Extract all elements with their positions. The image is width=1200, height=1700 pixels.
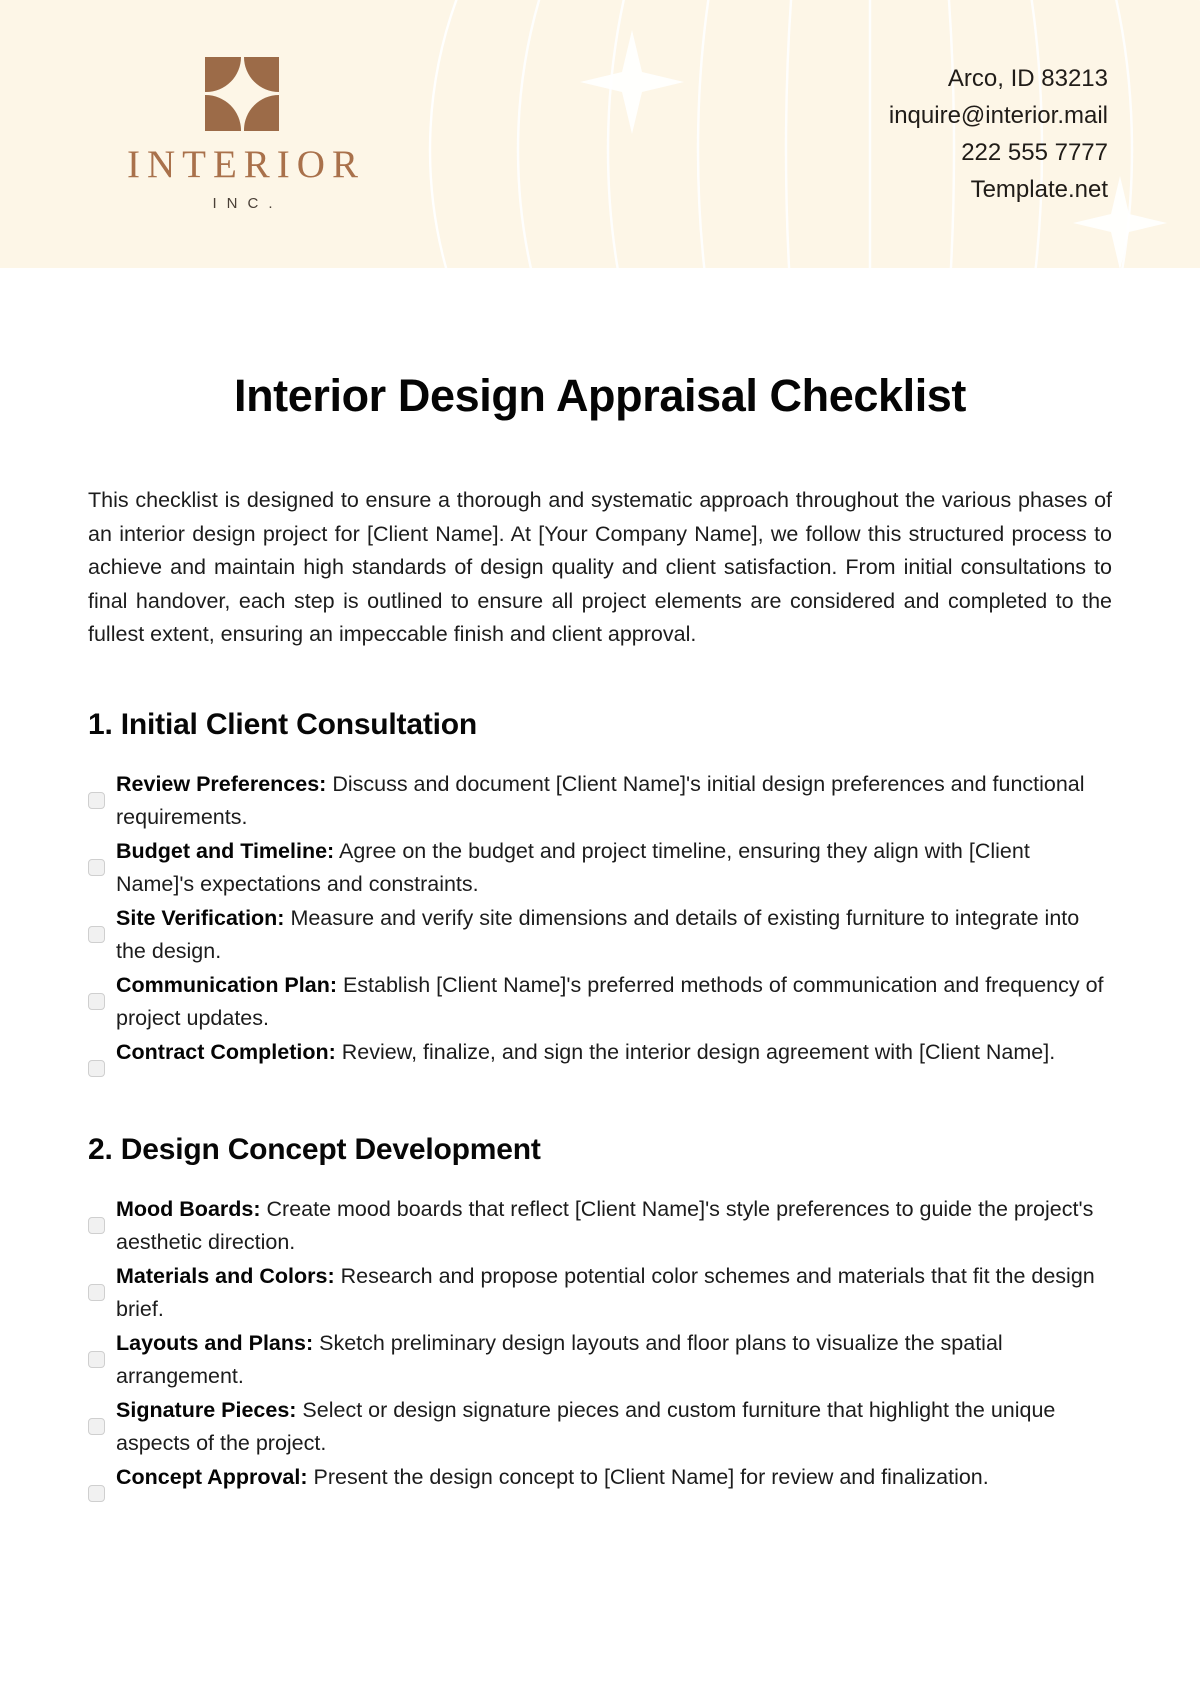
- logo-cell-bottom-right: [243, 95, 280, 131]
- checklist-section: 1. Initial Client Consultation Review Pre…: [88, 708, 1112, 1077]
- checklist-item[interactable]: Materials and Colors: Research and propo…: [88, 1260, 1112, 1327]
- checklist-item-label: Materials and Colors:: [116, 1263, 335, 1288]
- checklist-item-text: Review Preferences: Discuss and document…: [116, 768, 1112, 835]
- contact-phone: 222 555 7777: [961, 139, 1108, 166]
- checklist-item-description: Create mood boards that reflect [Client …: [116, 1196, 1094, 1255]
- checkbox-icon[interactable]: [88, 1216, 105, 1234]
- checklist-item-text: Site Verification: Measure and verify si…: [116, 902, 1112, 969]
- checklist-item-text: Contract Completion: Review, finalize, a…: [116, 1036, 1112, 1070]
- checklist-item-label: Communication Plan:: [116, 972, 337, 997]
- checklist-item[interactable]: Site Verification: Measure and verify si…: [88, 902, 1112, 969]
- checklist-item[interactable]: Signature Pieces: Select or design signa…: [88, 1394, 1112, 1461]
- sections-container: 1. Initial Client Consultation Review Pre…: [88, 708, 1112, 1502]
- section-title: 1. Initial Client Consultation: [88, 707, 478, 741]
- checklist-item[interactable]: Review Preferences: Discuss and document…: [88, 768, 1112, 835]
- checklist-item-label: Signature Pieces:: [116, 1397, 297, 1422]
- checklist-item-text: Communication Plan: Establish [Client Na…: [116, 969, 1112, 1036]
- logo-cell-bottom-left: [205, 95, 241, 131]
- checklist-item-text: Materials and Colors: Research and propo…: [116, 1260, 1112, 1327]
- page-header: INTERIOR INC. Arco, ID 83213 inquire@int…: [0, 0, 1200, 268]
- checklist: Mood Boards: Create mood boards that ref…: [88, 1193, 1112, 1502]
- checklist-item-label: Layouts and Plans:: [116, 1330, 314, 1355]
- contact-address: Arco, ID 83213: [947, 65, 1108, 92]
- checklist-item[interactable]: Budget and Timeline: Agree on the budget…: [88, 835, 1112, 902]
- checklist-item[interactable]: Mood Boards: Create mood boards that ref…: [88, 1193, 1112, 1260]
- checklist-section: 2. Design Concept Development Mood Boards…: [88, 1133, 1112, 1502]
- checklist-item[interactable]: Concept Approval: Present the design con…: [88, 1461, 1112, 1502]
- company-logo: INTERIOR INC.: [92, 56, 365, 212]
- checklist-item-label: Site Verification:: [116, 905, 285, 930]
- checklist-item-description: Present the design concept to [Client Na…: [307, 1464, 989, 1489]
- checklist-item-description: Review, finalize, and sign the interior …: [335, 1039, 1056, 1064]
- checkbox-icon[interactable]: [88, 1350, 105, 1368]
- checkbox-icon[interactable]: [88, 1283, 105, 1301]
- logo-company-name: INTERIOR: [127, 142, 365, 186]
- logo-cell-top-right: [243, 56, 280, 92]
- checkbox-icon[interactable]: [88, 1484, 105, 1502]
- checklist-item-label: Review Preferences:: [116, 771, 327, 796]
- checklist-item-text: Layouts and Plans: Sketch preliminary de…: [116, 1327, 1112, 1394]
- checklist-item-text: Budget and Timeline: Agree on the budget…: [116, 835, 1112, 902]
- checklist: Review Preferences: Discuss and document…: [88, 768, 1112, 1077]
- logo-cell-top-left: [205, 56, 241, 92]
- checkbox-icon[interactable]: [88, 858, 105, 876]
- document-body: Interior Design Appraisal Checklist This…: [0, 370, 1200, 1502]
- checkbox-icon[interactable]: [88, 791, 105, 809]
- checklist-item-text: Mood Boards: Create mood boards that ref…: [116, 1193, 1112, 1260]
- logo-company-suffix: INC.: [212, 194, 283, 212]
- checklist-item-label: Concept Approval:: [116, 1464, 308, 1489]
- checkbox-icon[interactable]: [88, 925, 105, 943]
- logo-mark-icon: [205, 56, 280, 131]
- checklist-item-text: Signature Pieces: Select or design signa…: [116, 1394, 1112, 1461]
- checklist-item[interactable]: Layouts and Plans: Sketch preliminary de…: [88, 1327, 1112, 1394]
- page-title: Interior Design Appraisal Checklist: [233, 370, 967, 421]
- checklist-item[interactable]: Communication Plan: Establish [Client Na…: [88, 969, 1112, 1036]
- contact-block: Arco, ID 83213 inquire@interior.mail 222…: [889, 60, 1108, 208]
- checklist-item-label: Contract Completion:: [116, 1039, 336, 1064]
- checkbox-icon[interactable]: [88, 1417, 105, 1435]
- checkbox-icon[interactable]: [88, 1059, 105, 1077]
- contact-website: Template.net: [970, 176, 1108, 203]
- section-title: 2. Design Concept Development: [88, 1132, 541, 1166]
- checkbox-icon[interactable]: [88, 992, 105, 1010]
- checklist-item-label: Budget and Timeline:: [116, 838, 335, 863]
- contact-email: inquire@interior.mail: [888, 102, 1108, 129]
- intro-paragraph: This checklist is designed to ensure a t…: [88, 488, 1112, 646]
- checklist-item-text: Concept Approval: Present the design con…: [116, 1461, 1112, 1495]
- checklist-item[interactable]: Contract Completion: Review, finalize, a…: [88, 1036, 1112, 1077]
- checklist-item-label: Mood Boards:: [116, 1196, 261, 1221]
